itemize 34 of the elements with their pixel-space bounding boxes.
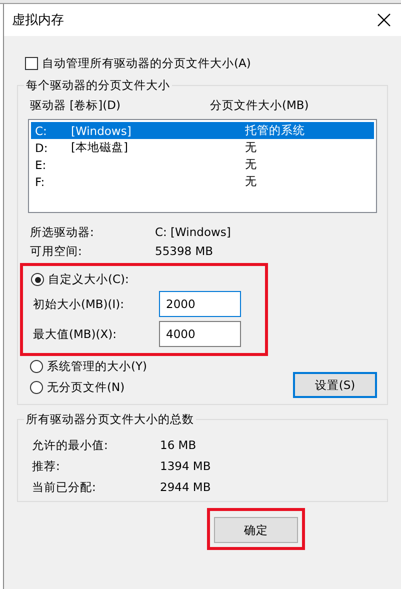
group-title: 每个驱动器的分页文件大小: [24, 78, 172, 93]
drive-row[interactable]: F: 无: [31, 173, 374, 190]
total-value: 16 MB: [160, 438, 196, 453]
drive-row[interactable]: C: [Windows] 托管的系统: [31, 122, 374, 139]
info-label: 可用空间:: [30, 244, 83, 259]
radio-label[interactable]: 自定义大小(C):: [48, 272, 129, 287]
input-field[interactable]: 2000: [159, 291, 241, 317]
close-icon[interactable]: [377, 13, 391, 27]
field-label: 最大值(MB)(X):: [33, 326, 118, 342]
checkbox[interactable]: [25, 57, 38, 70]
total-value: 2944 MB: [160, 480, 211, 495]
radio-button[interactable]: [31, 273, 44, 286]
info-label: 所选驱动器:: [30, 225, 95, 240]
radio-button[interactable]: [30, 381, 43, 394]
input-field[interactable]: 4000: [159, 321, 241, 347]
column-header: 分页文件大小(MB): [210, 98, 309, 113]
total-value: 1394 MB: [160, 459, 211, 474]
ok-button[interactable]: 确定: [214, 517, 298, 543]
total-label: 推荐:: [32, 459, 61, 474]
field-label: 初始大小(MB)(I):: [33, 296, 126, 312]
drive-row[interactable]: E: 无: [31, 156, 374, 173]
radio-label[interactable]: 系统管理的大小(Y): [47, 359, 147, 374]
checkbox-label[interactable]: 自动管理所有驱动器的分页文件大小(A): [42, 56, 251, 71]
radio-button[interactable]: [30, 360, 43, 373]
info-value: 55398 MB: [155, 244, 214, 259]
column-header: 驱动器 [卷标](D): [30, 98, 122, 113]
drive-row[interactable]: D: [本地磁盘] 无: [31, 139, 374, 156]
window-title: 虚拟内存: [12, 12, 64, 29]
group-title: 所有驱动器分页文件大小的总数: [24, 412, 196, 427]
set-button[interactable]: 设置(S): [293, 372, 377, 398]
total-label: 允许的最小值:: [32, 438, 109, 453]
radio-label[interactable]: 无分页文件(N): [47, 380, 125, 395]
info-value: C: [Windows]: [155, 225, 231, 240]
total-label: 当前已分配:: [32, 480, 97, 495]
